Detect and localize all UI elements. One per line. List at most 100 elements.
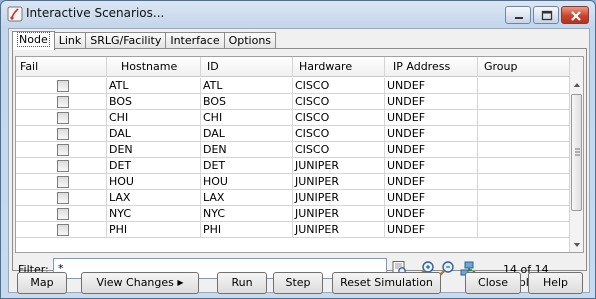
fail-checkbox[interactable] <box>57 176 69 188</box>
fail-cell <box>16 222 107 238</box>
hostname-cell: LAX <box>107 190 201 206</box>
close-icon <box>571 11 581 21</box>
group-cell <box>478 158 570 174</box>
help-button[interactable]: Help <box>528 272 583 294</box>
group-cell <box>478 78 570 94</box>
column-header-hardware[interactable]: Hardware <box>293 57 385 77</box>
id-cell: CHI <box>201 110 293 126</box>
run-button[interactable]: Run <box>217 272 267 294</box>
ip-address-cell: UNDEF <box>385 78 478 94</box>
fail-checkbox[interactable] <box>57 224 69 236</box>
ip-address-cell: UNDEF <box>385 206 478 222</box>
ip-address-cell: UNDEF <box>385 94 478 110</box>
hardware-cell: JUNIPER <box>293 158 385 174</box>
tab-srlg-facility[interactable]: SRLG/Facility <box>85 32 167 49</box>
table-row[interactable]: PHI PHI JUNIPER UNDEF <box>16 222 570 238</box>
id-cell: BOS <box>201 94 293 110</box>
id-cell: DAL <box>201 126 293 142</box>
fail-cell <box>16 142 107 158</box>
hardware-cell: CISCO <box>293 142 385 158</box>
table-row[interactable]: DET DET JUNIPER UNDEF <box>16 158 570 174</box>
view-changes-label: View Changes <box>96 276 174 289</box>
maximize-button[interactable] <box>533 6 559 24</box>
table-row[interactable]: BOS BOS CISCO UNDEF <box>16 94 570 110</box>
fail-cell <box>16 190 107 206</box>
minimize-button[interactable] <box>505 6 531 24</box>
tab-strip: Node Link SRLG/Facility Interface Option… <box>12 31 277 50</box>
map-button[interactable]: Map <box>17 272 67 294</box>
ip-address-cell: UNDEF <box>385 174 478 190</box>
title-bar[interactable]: Interactive Scenarios... <box>1 1 595 27</box>
column-header-id[interactable]: ID <box>201 57 293 77</box>
reset-simulation-button[interactable]: Reset Simulation <box>332 272 441 294</box>
hostname-cell: HOU <box>107 174 201 190</box>
table-row[interactable]: NYC NYC JUNIPER UNDEF <box>16 206 570 222</box>
id-cell: PHI <box>201 222 293 238</box>
hostname-cell: DAL <box>107 126 201 142</box>
fail-checkbox[interactable] <box>57 160 69 172</box>
table-row[interactable]: ATL ATL CISCO UNDEF <box>16 78 570 94</box>
hostname-cell: DEN <box>107 142 201 158</box>
group-cell <box>478 190 570 206</box>
ip-address-cell: UNDEF <box>385 126 478 142</box>
fail-checkbox[interactable] <box>57 80 69 92</box>
fail-checkbox[interactable] <box>57 128 69 140</box>
hostname-cell: DET <box>107 158 201 174</box>
fail-checkbox[interactable] <box>57 112 69 124</box>
hostname-cell: CHI <box>107 110 201 126</box>
window-title: Interactive Scenarios... <box>26 6 165 20</box>
scroll-down-arrow-icon[interactable] <box>570 238 584 252</box>
hardware-cell: JUNIPER <box>293 190 385 206</box>
close-button[interactable]: Close <box>465 272 521 294</box>
tab-interface[interactable]: Interface <box>165 32 225 49</box>
minimize-icon <box>515 17 523 19</box>
fail-checkbox[interactable] <box>57 96 69 108</box>
column-header-ip-address[interactable]: IP Address <box>385 57 478 77</box>
fail-checkbox[interactable] <box>57 208 69 220</box>
group-cell <box>478 174 570 190</box>
fail-cell <box>16 174 107 190</box>
step-button[interactable]: Step <box>273 272 323 294</box>
table-row[interactable]: HOU HOU JUNIPER UNDEF <box>16 174 570 190</box>
close-window-button[interactable] <box>561 6 589 24</box>
node-table: Fail Hostname ID Hardware IP Address Gro… <box>15 56 584 253</box>
node-panel: Fail Hostname ID Hardware IP Address Gro… <box>12 48 587 289</box>
column-header-hostname[interactable]: Hostname <box>107 57 201 77</box>
id-cell: ATL <box>201 78 293 94</box>
tab-node[interactable]: Node <box>12 31 55 50</box>
column-header-fail[interactable]: Fail <box>16 57 107 77</box>
group-cell <box>478 142 570 158</box>
vertical-scrollbar[interactable] <box>569 57 583 252</box>
fail-cell <box>16 110 107 126</box>
table-row[interactable]: CHI CHI CISCO UNDEF <box>16 110 570 126</box>
hardware-cell: CISCO <box>293 78 385 94</box>
fail-checkbox[interactable] <box>57 144 69 156</box>
fail-cell <box>16 206 107 222</box>
hostname-cell: PHI <box>107 222 201 238</box>
interactive-scenarios-window: Interactive Scenarios... Node Link SRLG/… <box>0 0 596 299</box>
scroll-thumb[interactable] <box>571 94 582 211</box>
view-changes-button[interactable]: View Changes ▶ <box>81 272 199 294</box>
ip-address-cell: UNDEF <box>385 142 478 158</box>
fail-cell <box>16 158 107 174</box>
hostname-cell: NYC <box>107 206 201 222</box>
tab-label: Node <box>17 32 50 47</box>
tab-link[interactable]: Link <box>53 32 87 49</box>
hardware-cell: JUNIPER <box>293 206 385 222</box>
table-row[interactable]: DEN DEN CISCO UNDEF <box>16 142 570 158</box>
grip-icon <box>575 148 580 156</box>
ip-address-cell: UNDEF <box>385 110 478 126</box>
tab-options[interactable]: Options <box>223 32 277 49</box>
table-row[interactable]: DAL DAL CISCO UNDEF <box>16 126 570 142</box>
table-header: Fail Hostname ID Hardware IP Address Gro… <box>16 57 570 77</box>
ip-address-cell: UNDEF <box>385 158 478 174</box>
ip-address-cell: UNDEF <box>385 190 478 206</box>
group-cell <box>478 110 570 126</box>
id-cell: DEN <box>201 142 293 158</box>
fail-checkbox[interactable] <box>57 192 69 204</box>
table-row[interactable]: LAX LAX JUNIPER UNDEF <box>16 190 570 206</box>
column-header-group[interactable]: Group <box>478 57 570 77</box>
id-cell: NYC <box>201 206 293 222</box>
ip-address-cell: UNDEF <box>385 222 478 238</box>
scroll-up-arrow-icon[interactable] <box>570 78 584 92</box>
